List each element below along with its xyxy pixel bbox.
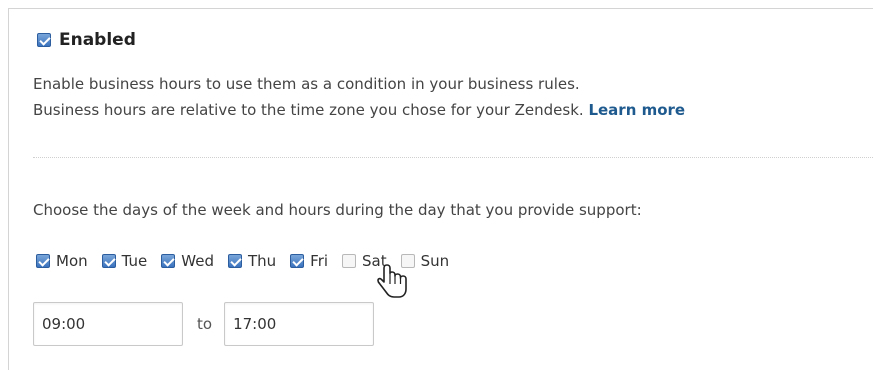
day-fri-label: Fri — [310, 252, 329, 270]
enabled-checkbox[interactable] — [37, 33, 51, 47]
day-fri[interactable]: Fri — [290, 252, 328, 270]
learn-more-link[interactable]: Learn more — [588, 101, 685, 119]
day-mon-label: Mon — [56, 252, 88, 270]
day-thu[interactable]: Thu — [227, 252, 277, 270]
description-line-1: Enable business hours to use them as a c… — [33, 75, 580, 93]
description-line-2: Business hours are relative to the time … — [33, 97, 685, 123]
description-line-2-text: Business hours are relative to the time … — [33, 101, 584, 119]
end-time-input[interactable] — [224, 302, 375, 346]
day-thu-label: Thu — [247, 252, 277, 270]
day-thu-checkbox[interactable] — [227, 254, 242, 268]
days-prompt: Choose the days of the week and hours du… — [33, 201, 642, 219]
hand-pointer-icon — [377, 264, 407, 298]
day-fri-checkbox[interactable] — [290, 254, 305, 268]
day-tue-label: Tue — [121, 252, 148, 270]
day-wed[interactable]: Wed — [161, 252, 214, 270]
day-mon-checkbox[interactable] — [36, 254, 50, 268]
day-tue-checkbox[interactable] — [101, 254, 116, 268]
day-sat-checkbox[interactable] — [342, 254, 357, 268]
enabled-label: Enabled — [59, 30, 136, 50]
section-divider — [33, 157, 873, 158]
day-sun-label: Sun — [420, 252, 450, 270]
day-tue[interactable]: Tue — [101, 252, 148, 270]
start-time-input[interactable] — [33, 302, 183, 346]
day-wed-checkbox[interactable] — [161, 254, 176, 268]
hours-range: to — [33, 302, 375, 346]
to-label: to — [197, 315, 213, 333]
day-wed-label: Wed — [181, 252, 214, 270]
business-hours-description: Enable business hours to use them as a c… — [33, 71, 685, 123]
enabled-row[interactable]: Enabled — [37, 30, 136, 50]
day-mon[interactable]: Mon — [36, 252, 88, 270]
